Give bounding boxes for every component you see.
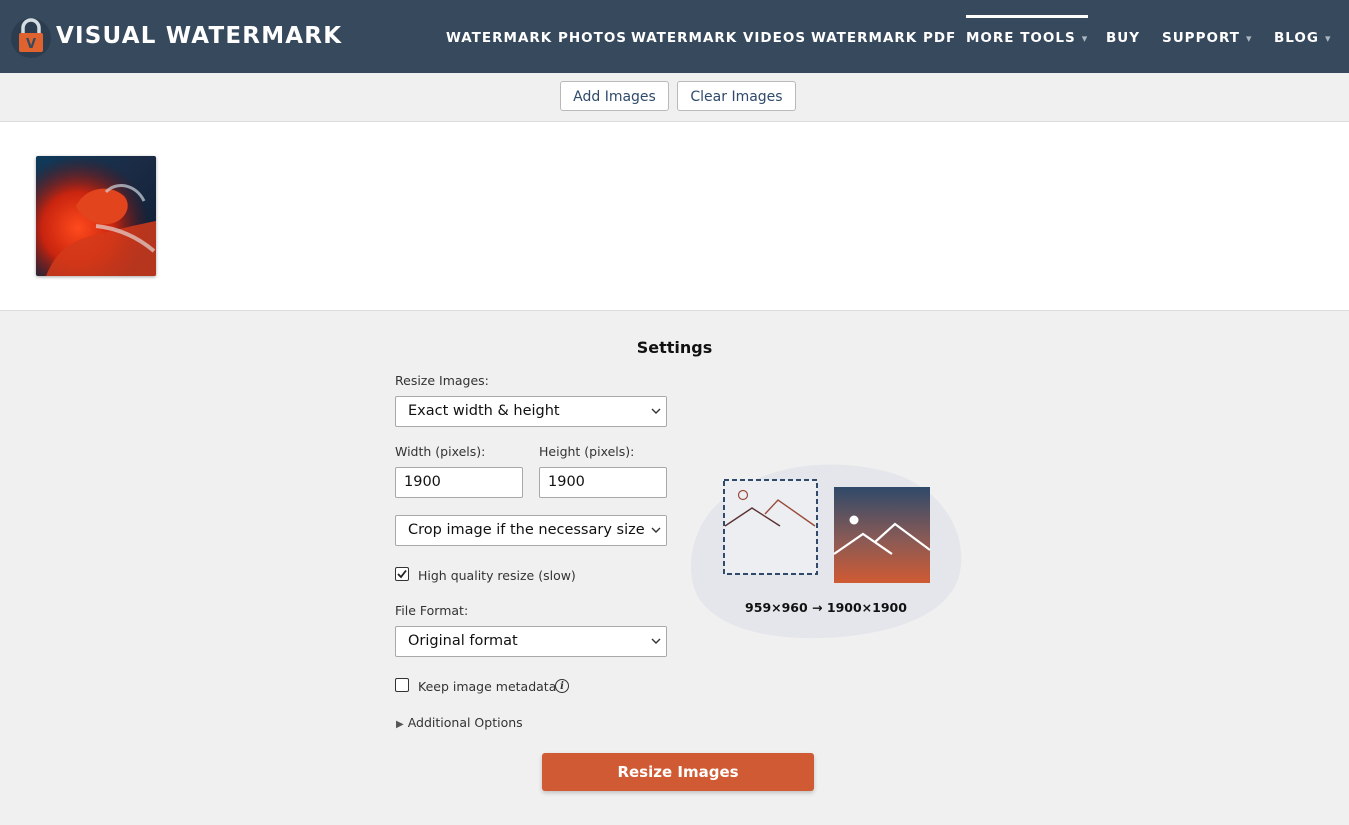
brand-name: VISUAL WATERMARK — [56, 23, 343, 49]
width-label: Width (pixels): — [395, 444, 486, 459]
padlock-logo-icon: V — [10, 14, 52, 58]
high-quality-checkbox[interactable] — [395, 567, 409, 581]
width-input[interactable]: 1900 — [395, 467, 523, 498]
keep-metadata-label[interactable]: Keep image metadata — [418, 679, 556, 694]
crop-mode-select[interactable]: Crop image if the necessary size re — [395, 515, 667, 546]
image-thumbnail[interactable] — [36, 156, 156, 276]
resize-images-label: Resize Images: — [395, 373, 489, 388]
chevron-down-icon: ▾ — [1081, 32, 1089, 45]
add-images-button[interactable]: Add Images — [560, 81, 669, 111]
height-input[interactable]: 1900 — [539, 467, 667, 498]
high-quality-label[interactable]: High quality resize (slow) — [418, 568, 576, 583]
chevron-down-icon — [646, 397, 666, 426]
chevron-down-icon — [646, 627, 666, 656]
nav-blog[interactable]: BLOG ▾ — [1274, 0, 1332, 73]
nav-support[interactable]: SUPPORT ▾ — [1162, 0, 1252, 73]
top-header: V VISUAL WATERMARK WATERMARK PHOTOS WATE… — [0, 0, 1349, 73]
nav-more-tools[interactable]: MORE TOOLS ▾ — [966, 0, 1089, 73]
brand-logo[interactable]: V VISUAL WATERMARK — [10, 14, 342, 58]
file-format-select[interactable]: Original format — [395, 626, 667, 657]
chevron-down-icon — [646, 516, 666, 545]
chevron-down-icon: ▾ — [1324, 32, 1332, 45]
additional-options-toggle[interactable]: ▶ Additional Options — [396, 715, 523, 730]
chevron-down-icon: ▾ — [1245, 32, 1253, 45]
nav-watermark-pdf[interactable]: WATERMARK PDF — [811, 0, 956, 73]
triangle-right-icon: ▶ — [396, 719, 404, 730]
height-label: Height (pixels): — [539, 444, 635, 459]
svg-text:V: V — [26, 37, 36, 52]
resize-mode-select[interactable]: Exact width & height — [395, 396, 667, 427]
clear-images-button[interactable]: Clear Images — [677, 81, 796, 111]
checkmark-icon — [396, 569, 407, 578]
settings-title: Settings — [636, 338, 713, 357]
dimension-change-text: 959×960 → 1900×1900 — [745, 600, 907, 615]
image-toolbar: Add Images Clear Images — [0, 73, 1349, 122]
file-format-label: File Format: — [395, 603, 469, 618]
keep-metadata-checkbox[interactable] — [395, 678, 409, 692]
info-icon[interactable]: i — [555, 679, 569, 693]
nav-watermark-videos[interactable]: WATERMARK VIDEOS — [631, 0, 806, 73]
resize-images-button[interactable]: Resize Images — [542, 753, 814, 791]
nav-watermark-photos[interactable]: WATERMARK PHOTOS — [446, 0, 627, 73]
image-gallery — [0, 122, 1349, 311]
nav-buy[interactable]: BUY — [1106, 0, 1140, 73]
